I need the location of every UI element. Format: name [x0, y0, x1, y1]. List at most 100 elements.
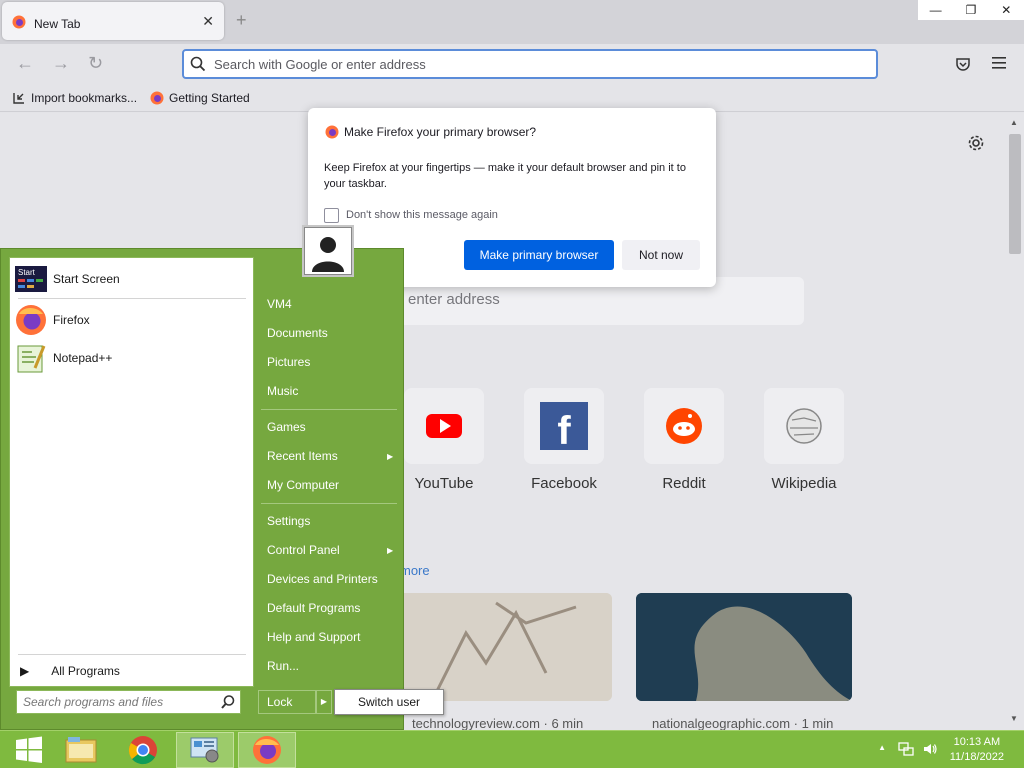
svg-text:Start: Start — [18, 268, 36, 277]
top-site-label: Facebook — [531, 475, 597, 492]
scrollbar-thumb[interactable] — [1009, 134, 1021, 254]
start-menu: Start Start Screen Firefox Notepad++ ▶ A… — [0, 248, 404, 730]
taskbar-file-explorer[interactable] — [52, 732, 110, 768]
discover-more-link[interactable]: more — [400, 563, 430, 578]
switch-user-menu-item[interactable]: Switch user — [334, 689, 444, 715]
firefox-icon — [150, 91, 164, 105]
chrome-icon — [128, 736, 157, 765]
top-site-wikipedia[interactable] — [764, 388, 844, 464]
firefox-icon — [12, 15, 26, 34]
pocket-icon[interactable] — [955, 56, 971, 77]
triangle-right-icon: ▶ — [20, 664, 30, 678]
start-button[interactable] — [0, 732, 58, 768]
wikipedia-icon — [786, 408, 822, 444]
search-icon[interactable] — [220, 694, 236, 715]
new-tab-button[interactable]: + — [236, 10, 247, 31]
address-input[interactable] — [214, 55, 854, 73]
start-link-settings[interactable]: Settings — [267, 514, 310, 528]
start-item-label: Firefox — [53, 313, 90, 327]
bookmark-import[interactable]: Import bookmarks... — [12, 91, 137, 105]
story-card-image[interactable] — [636, 593, 852, 701]
scroll-up-arrow[interactable]: ▲ — [1010, 118, 1018, 127]
back-icon[interactable]: ← — [16, 53, 34, 74]
start-link-games[interactable]: Games — [267, 420, 306, 434]
top-site-reddit[interactable] — [644, 388, 724, 464]
submenu-arrow-icon: ▶ — [387, 546, 394, 555]
address-bar[interactable] — [182, 49, 878, 79]
start-search-box[interactable] — [16, 690, 241, 714]
network-icon[interactable] — [898, 741, 914, 762]
start-link-pictures[interactable]: Pictures — [267, 355, 310, 369]
start-link-documents[interactable]: Documents — [267, 326, 328, 340]
settings-gear-icon[interactable] — [967, 134, 985, 157]
story-image — [636, 593, 852, 701]
clock-date: 11/18/2022 — [949, 751, 1004, 763]
control-panel-icon — [190, 737, 219, 763]
all-programs-button[interactable]: ▶ All Programs — [20, 664, 120, 678]
tab-title: New Tab — [34, 17, 81, 31]
story-image — [396, 593, 612, 701]
dont-show-label[interactable]: Don't show this message again — [346, 209, 498, 221]
reddit-icon — [666, 408, 702, 444]
user-avatar[interactable] — [302, 225, 354, 277]
story-card-image[interactable] — [396, 593, 612, 701]
top-site-youtube[interactable] — [404, 388, 484, 464]
start-link-control-panel[interactable]: Control Panel — [267, 543, 340, 557]
all-programs-label: All Programs — [51, 664, 120, 678]
start-item-firefox[interactable]: Firefox — [15, 304, 90, 336]
youtube-icon — [426, 414, 462, 438]
dont-show-checkbox[interactable] — [324, 208, 339, 223]
close-tab-icon[interactable]: ✕ — [202, 13, 214, 30]
start-link-run[interactable]: Run... — [267, 659, 299, 673]
power-options-arrow[interactable]: ▶ — [316, 690, 332, 714]
restore-button[interactable]: ❐ — [953, 0, 988, 20]
start-link-help-support[interactable]: Help and Support — [267, 630, 360, 644]
scroll-down-arrow[interactable]: ▼ — [1010, 714, 1018, 723]
minimize-button[interactable]: — — [918, 0, 953, 20]
lock-button[interactable]: Lock — [258, 690, 316, 714]
firefox-icon — [16, 305, 46, 335]
story-source: technologyreview.com · 6 min — [412, 716, 584, 731]
start-link-default-programs[interactable]: Default Programs — [267, 601, 360, 615]
nav-bar: ← → ↻ — [0, 44, 1024, 86]
close-window-button[interactable]: ✕ — [989, 0, 1024, 20]
start-item-label: Start Screen — [53, 272, 120, 286]
windows-logo-icon — [16, 736, 42, 763]
firefox-icon — [253, 736, 281, 764]
divider — [261, 409, 397, 410]
forward-icon[interactable]: → — [52, 53, 70, 74]
start-link-devices-printers[interactable]: Devices and Printers — [267, 572, 378, 586]
clock[interactable]: 10:13 AM 11/18/2022 — [950, 735, 1004, 765]
bookmark-label: Import bookmarks... — [31, 91, 138, 105]
taskbar-firefox[interactable] — [238, 732, 296, 768]
submenu-arrow-icon: ▶ — [387, 452, 394, 461]
dialog-title: Make Firefox your primary browser? — [344, 125, 537, 139]
user-silhouette-icon — [307, 230, 349, 272]
divider — [18, 298, 246, 299]
start-link-music[interactable]: Music — [267, 384, 298, 398]
not-now-button[interactable]: Not now — [622, 240, 700, 270]
tab-new-tab[interactable]: New Tab ✕ — [2, 2, 224, 40]
menu-icon[interactable] — [992, 56, 1008, 75]
start-link-recent-items[interactable]: Recent Items — [267, 449, 338, 463]
start-link-vm4[interactable]: VM4 — [267, 297, 292, 311]
bookmark-label: Getting Started — [169, 91, 250, 105]
folder-icon — [65, 737, 97, 763]
top-site-facebook[interactable]: f — [524, 388, 604, 464]
bookmark-getting-started[interactable]: Getting Started — [150, 91, 250, 105]
taskbar-control-panel[interactable] — [176, 732, 234, 768]
dialog-body: Keep Firefox at your fingertips — make i… — [324, 162, 686, 190]
firefox-icon — [325, 125, 339, 144]
start-item-start-screen[interactable]: Start Start Screen — [15, 266, 120, 292]
make-primary-button[interactable]: Make primary browser — [464, 240, 614, 270]
reload-icon[interactable]: ↻ — [88, 53, 103, 74]
start-item-notepadpp[interactable]: Notepad++ — [15, 342, 112, 374]
show-hidden-icons-arrow[interactable]: ▲ — [878, 743, 886, 752]
top-site-label: Reddit — [662, 475, 706, 492]
start-screen-icon: Start — [15, 266, 47, 292]
volume-icon[interactable] — [922, 741, 938, 762]
svg-text:f: f — [557, 409, 571, 453]
start-search-input[interactable] — [23, 695, 213, 709]
start-link-my-computer[interactable]: My Computer — [267, 478, 339, 492]
taskbar-chrome[interactable] — [114, 732, 172, 768]
